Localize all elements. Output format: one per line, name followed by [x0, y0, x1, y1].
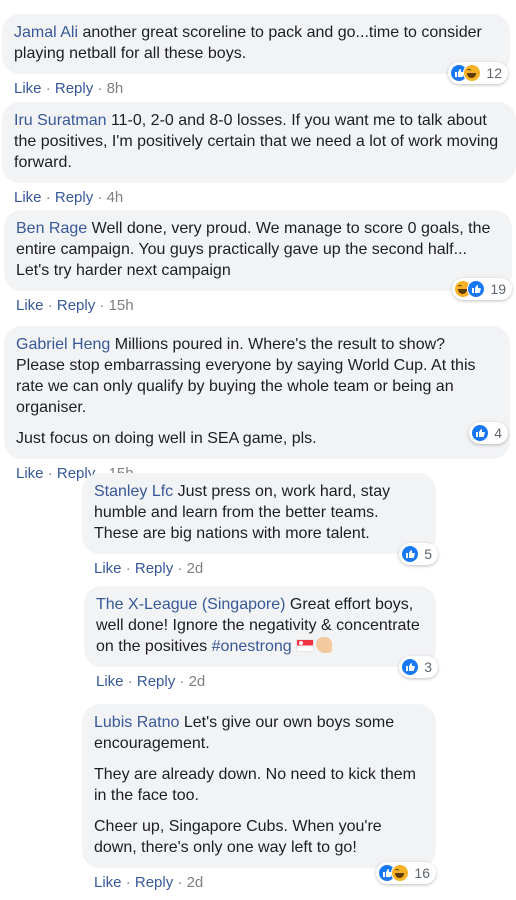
comment-paragraph: Lubis Ratno Let's give our own boys some… [94, 712, 424, 754]
reply-link[interactable]: Reply [57, 297, 95, 314]
comment-timestamp[interactable]: 15h [109, 297, 134, 314]
reaction-summary[interactable]: 3 [399, 656, 438, 678]
reaction-count: 3 [424, 659, 432, 675]
comment-bubble: Stanley Lfc Just press on, work hard, st… [82, 473, 436, 554]
like-icon [467, 280, 486, 298]
comment-bubble: Gabriel Heng Millions poured in. Where's… [4, 326, 510, 459]
like-icon [401, 658, 420, 676]
comment-paragraph: They are already down. No need to kick t… [94, 766, 416, 804]
comment-actions: Like · Reply · 4h [14, 189, 124, 206]
reply-comment: The X-League (Singapore) Great effort bo… [84, 586, 438, 690]
comment-bubble: Lubis Ratno Let's give our own boys some… [82, 704, 436, 868]
like-link[interactable]: Like [94, 874, 122, 891]
comment-actions: Like · Reply · 2d [96, 673, 206, 690]
reaction-count: 19 [490, 281, 506, 297]
comment-actions: Like · Reply · 2d [94, 560, 204, 577]
reply-link[interactable]: Reply [135, 874, 173, 891]
comment-actions: Like · Reply · 15h [16, 297, 134, 314]
comment-timestamp[interactable]: 2d [189, 673, 206, 690]
like-link[interactable]: Like [16, 465, 44, 482]
reply-link[interactable]: Reply [55, 80, 93, 97]
comment-bubble: The X-League (Singapore) Great effort bo… [84, 586, 436, 667]
reply-link[interactable]: Reply [137, 673, 175, 690]
comment-author[interactable]: The X-League (Singapore) [96, 596, 285, 613]
singapore-flag-emoji [296, 639, 315, 652]
comment-bubble: Jamal Ali another great scoreline to pac… [2, 14, 510, 74]
reply-link[interactable]: Reply [135, 560, 173, 577]
reaction-count: 5 [424, 546, 432, 562]
comment-paragraph: Gabriel Heng Millions poured in. Where's… [16, 334, 498, 418]
like-icon [401, 545, 420, 563]
comment-timestamp[interactable]: 4h [107, 189, 124, 206]
comment-text: Well done, very proud. We manage to scor… [16, 220, 491, 279]
reaction-summary[interactable]: 5 [399, 543, 438, 565]
reply-comment: Stanley Lfc Just press on, work hard, st… [82, 473, 438, 577]
reaction-count: 16 [414, 865, 430, 881]
reply-link[interactable]: Reply [55, 189, 93, 206]
comment-author[interactable]: Lubis Ratno [94, 714, 179, 731]
comment: Gabriel Heng Millions poured in. Where's… [4, 326, 510, 482]
flexed-biceps-emoji [316, 637, 333, 653]
like-link[interactable]: Like [96, 673, 124, 690]
comment-author[interactable]: Ben Rage [16, 220, 87, 237]
reaction-summary[interactable]: 4 [469, 422, 508, 444]
reaction-summary[interactable]: 19 [452, 278, 512, 300]
comment-author[interactable]: Gabriel Heng [16, 336, 110, 353]
comment-actions: Like · Reply · 8h [14, 80, 124, 97]
reaction-count: 12 [486, 65, 502, 81]
comment-timestamp[interactable]: 8h [107, 80, 124, 97]
comment-bubble: Ben Rage Well done, very proud. We manag… [4, 210, 512, 291]
comment-author[interactable]: Iru Suratman [14, 112, 106, 129]
like-link[interactable]: Like [14, 189, 42, 206]
comment-paragraph: Just focus on doing well in SEA game, pl… [16, 430, 317, 447]
reaction-count: 4 [494, 425, 502, 441]
comment: Ben Rage Well done, very proud. We manag… [4, 210, 512, 314]
like-link[interactable]: Like [16, 297, 44, 314]
like-icon [471, 424, 490, 442]
haha-icon [463, 64, 482, 82]
haha-icon [391, 864, 410, 882]
comment-paragraph: Cheer up, Singapore Cubs. When you're do… [94, 818, 382, 856]
comment-bubble: Iru Suratman 11-0, 2-0 and 8-0 losses. I… [2, 102, 516, 183]
comment: Jamal Ali another great scoreline to pac… [2, 14, 510, 97]
comment-timestamp[interactable]: 2d [187, 874, 204, 891]
like-link[interactable]: Like [94, 560, 122, 577]
reply-comment: Lubis Ratno Let's give our own boys some… [82, 704, 436, 891]
comment: Iru Suratman 11-0, 2-0 and 8-0 losses. I… [2, 102, 516, 206]
hashtag-link[interactable]: #onestrong [212, 638, 292, 655]
reaction-summary[interactable]: 12 [448, 62, 508, 84]
comment-text: another great scoreline to pack and go..… [14, 24, 482, 62]
comment-timestamp[interactable]: 2d [187, 560, 204, 577]
reaction-summary[interactable]: 16 [376, 862, 436, 884]
comment-author[interactable]: Jamal Ali [14, 24, 78, 41]
like-link[interactable]: Like [14, 80, 42, 97]
comment-author[interactable]: Stanley Lfc [94, 483, 173, 500]
